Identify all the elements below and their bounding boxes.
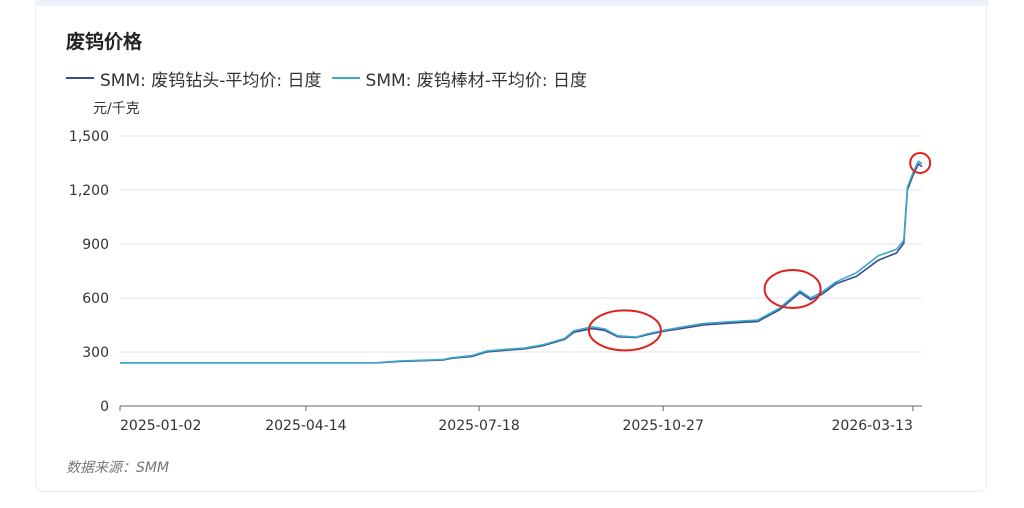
line-chart: 0 300 600 900 1,200 1,500 2025-01-02 2025-04-14…	[69, 129, 932, 434]
y-tick-label: 0	[100, 399, 109, 415]
series-line-rod	[120, 160, 923, 364]
x-tick-label: 2025-07-18	[438, 418, 519, 434]
x-tick-label: 2025-10-27	[622, 418, 703, 434]
y-tick-label: 900	[82, 237, 109, 253]
annotation-circle	[763, 269, 822, 309]
y-tick-label: 1,500	[69, 129, 109, 145]
x-tick-label: 2025-04-14	[265, 418, 346, 434]
y-tick-label: 600	[82, 291, 109, 307]
data-source: 数据来源：SMM	[66, 460, 170, 476]
x-tick-label: 2025-01-02	[120, 418, 201, 434]
series-line-drill-bit	[120, 163, 923, 364]
x-tick-label: 2026-03-13	[832, 418, 913, 434]
y-tick-label: 300	[82, 345, 109, 361]
y-tick-label: 1,200	[69, 183, 109, 199]
